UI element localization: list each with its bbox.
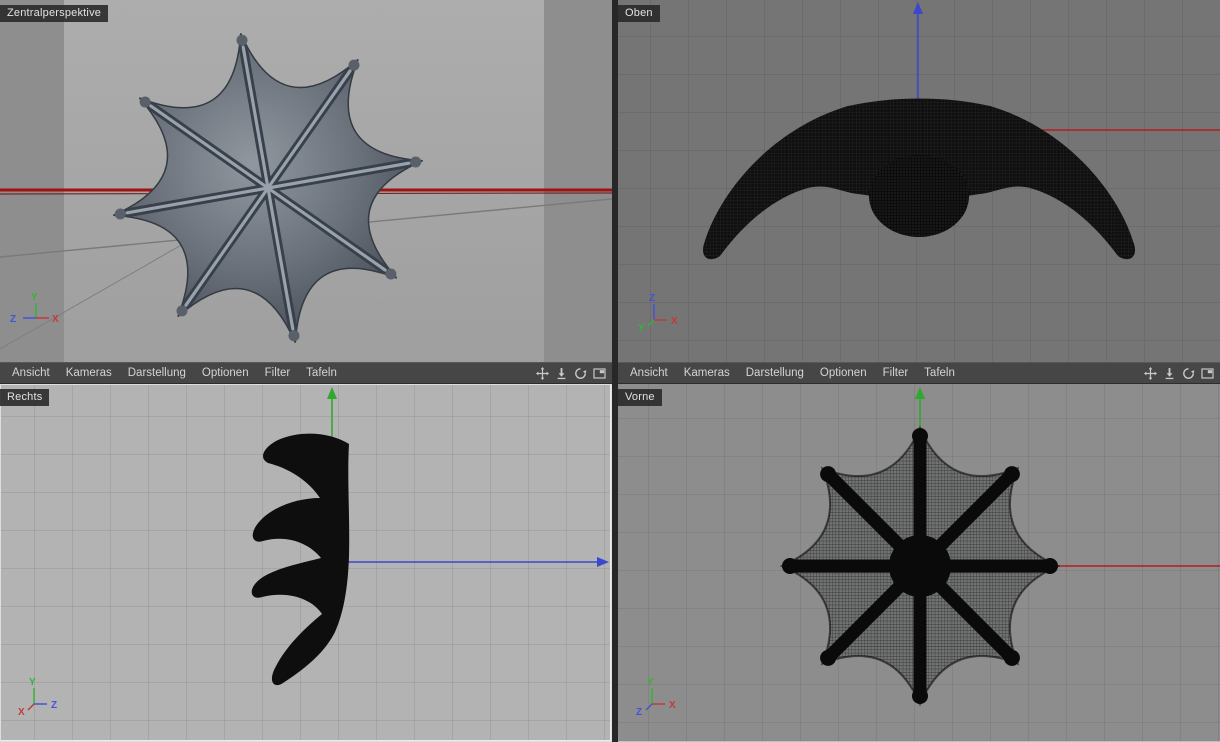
axis-gizmo: Y X Z (636, 677, 676, 718)
scene-front: Y X Z (636, 387, 1220, 718)
maximize-viewport-icon[interactable] (1200, 366, 1214, 380)
axis-label-y: Y (31, 292, 38, 303)
scene-top: Z X Y (638, 2, 1220, 334)
axis-gizmo: Y Z X (10, 292, 59, 325)
axis-label-x: X (669, 700, 676, 711)
viewport-label: Zentralperspektive (0, 5, 109, 22)
mesh-object-side-silhouette (251, 433, 350, 686)
pan-icon[interactable] (535, 366, 549, 380)
viewport-label: Oben (618, 5, 660, 22)
menu-filter[interactable]: Filter (257, 366, 299, 380)
mesh-object-front-wireframe (779, 425, 1061, 707)
menu-optionen[interactable]: Optionen (812, 366, 875, 380)
viewport-right[interactable]: Y Z X Rechts (0, 384, 612, 742)
axis-label-y: Y (29, 677, 36, 688)
axis-label-z: Z (636, 707, 642, 718)
viewport-top[interactable]: Z X Y Oben (618, 0, 1220, 362)
rotate-icon[interactable] (1181, 366, 1195, 380)
viewport-menubar-left: Ansicht Kameras Darstellung Optionen Fil… (0, 362, 612, 384)
viewport-label: Rechts (0, 389, 50, 406)
menu-darstellung[interactable]: Darstellung (120, 366, 194, 380)
viewport-perspective[interactable]: Y Z X Zentralperspektive (0, 0, 612, 362)
four-view-layout: Y Z X Zentralperspektive Ansicht Kameras… (0, 0, 1220, 742)
z-axis-arrow (597, 557, 609, 567)
dolly-icon[interactable] (554, 366, 568, 380)
camera-tool-icons (535, 366, 608, 380)
z-axis-arrow (913, 2, 923, 14)
menu-tafeln[interactable]: Tafeln (298, 366, 345, 380)
menu-filter[interactable]: Filter (875, 366, 917, 380)
y-axis-arrow (915, 387, 925, 399)
dolly-icon[interactable] (1162, 366, 1176, 380)
axis-label-x: X (18, 707, 25, 718)
axis-gizmo: Z X Y (638, 293, 678, 334)
axis-label-z: Z (51, 700, 57, 711)
rotate-icon[interactable] (573, 366, 587, 380)
menu-ansicht[interactable]: Ansicht (4, 366, 58, 380)
axis-label-y: Y (638, 323, 645, 334)
viewport-menubar-right: Ansicht Kameras Darstellung Optionen Fil… (618, 362, 1220, 384)
mesh-object-top-wireframe (702, 98, 1136, 260)
viewport-front[interactable]: Y X Z Vorne (618, 384, 1220, 742)
menu-ansicht[interactable]: Ansicht (622, 366, 676, 380)
menu-optionen[interactable]: Optionen (194, 366, 257, 380)
viewport-label: Vorne (618, 389, 662, 406)
right-viewport-column: Z X Y Oben Ansicht Kameras Darstellung O… (618, 0, 1220, 742)
menu-kameras[interactable]: Kameras (676, 366, 738, 380)
y-axis-arrow (327, 387, 337, 399)
axis-label-x: X (671, 316, 678, 327)
left-viewport-column: Y Z X Zentralperspektive Ansicht Kameras… (0, 0, 612, 742)
axis-gizmo: Y Z X (18, 677, 57, 718)
axis-label-y: Y (647, 677, 654, 688)
camera-tool-icons (1143, 366, 1216, 380)
axis-label-x: X (52, 314, 59, 325)
pan-icon[interactable] (1143, 366, 1157, 380)
menu-kameras[interactable]: Kameras (58, 366, 120, 380)
scene-right: Y Z X (18, 387, 609, 718)
axis-label-z: Z (649, 293, 655, 304)
menu-darstellung[interactable]: Darstellung (738, 366, 812, 380)
scene-perspective: Y Z X (0, 33, 612, 350)
axis-label-z: Z (10, 314, 16, 325)
maximize-viewport-icon[interactable] (592, 366, 606, 380)
menu-tafeln[interactable]: Tafeln (916, 366, 963, 380)
